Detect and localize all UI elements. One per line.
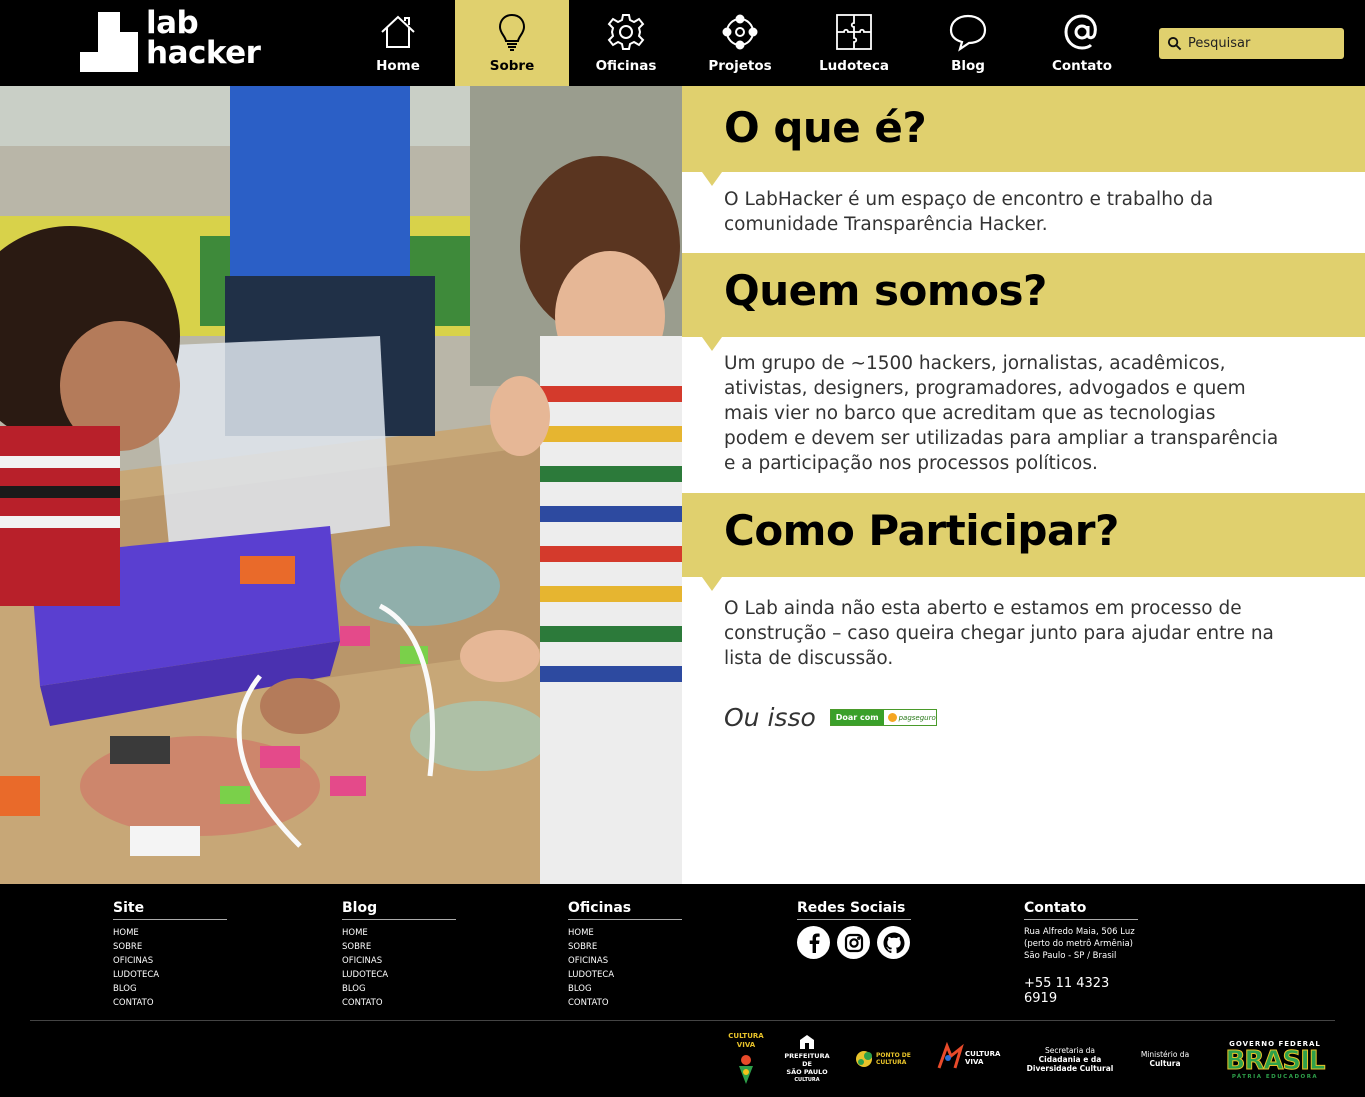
pagseguro-brand: pagseguro	[887, 713, 936, 722]
github-icon[interactable]	[877, 926, 910, 959]
footer-link[interactable]: CONTATO	[342, 996, 456, 1010]
footer-link[interactable]: OFICINAS	[342, 954, 456, 968]
footer-link[interactable]: HOME	[568, 926, 682, 940]
search-input[interactable]	[1188, 36, 1338, 51]
at-sign-icon	[1064, 14, 1097, 50]
site-header: lab hacker Home Sobre Oficinas Projetos …	[0, 0, 1365, 86]
section-header-quem-somos: Quem somos?	[682, 253, 1365, 351]
header-notch	[702, 577, 722, 591]
contact-phone[interactable]: +55 11 4323 6919	[1024, 976, 1138, 1006]
footer-col-title: Redes Sociais	[797, 900, 911, 920]
nav-ludoteca[interactable]: Ludoteca	[797, 0, 911, 86]
donate-button-label: Doar com	[830, 710, 884, 725]
footer-link[interactable]: BLOG	[568, 982, 682, 996]
social-links	[797, 926, 911, 959]
footer-col-contato: Contato Rua Alfredo Maia, 506 Luz (perto…	[1024, 900, 1138, 1006]
ministerio-cultura-logo[interactable]: Ministério da Cultura	[1132, 1050, 1198, 1068]
section-text-o-que-e: O LabHacker é um espaço de encontro e tr…	[724, 189, 1214, 235]
header-notch	[702, 172, 722, 186]
lightbulb-icon	[498, 13, 526, 51]
footer-col-social: Redes Sociais	[797, 900, 911, 959]
section-text-como-participar: O Lab ainda não esta aberto e estamos em…	[724, 598, 1274, 669]
speech-bubble-icon	[949, 14, 987, 52]
prefeitura-sp-logo[interactable]: PREFEITURA DE SÃO PAULO CULTURA	[780, 1034, 834, 1084]
search-icon	[1167, 36, 1182, 51]
footer-col-title: Blog	[342, 900, 456, 920]
nav-sobre[interactable]: Sobre	[455, 0, 569, 86]
footer-col-site: Site HOME SOBRE OFICINAS LUDOTECA BLOG C…	[113, 900, 227, 1010]
network-icon	[722, 14, 758, 50]
partner-logos: CULTURA VIVA PREFEITURA DE SÃO PAULO CUL…	[0, 1032, 1365, 1088]
footer-link[interactable]: LUDOTECA	[568, 968, 682, 982]
footer-col-oficinas: Oficinas HOME SOBRE OFICINAS LUDOTECA BL…	[568, 900, 682, 1010]
contact-address: Rua Alfredo Maia, 506 Luz (perto do metr…	[1024, 927, 1135, 961]
pagseguro-donate-button[interactable]: Doar com pagseguro	[829, 709, 937, 726]
footer-link[interactable]: SOBRE	[568, 940, 682, 954]
donate-lead-text: Ou isso	[724, 703, 816, 732]
footer-link[interactable]: SOBRE	[113, 940, 227, 954]
section-text-quem-somos: Um grupo de ~1500 hackers, jornalistas, …	[724, 353, 1279, 474]
cultura-viva-sp-logo[interactable]: CULTURA VIVA	[722, 1032, 770, 1086]
logo-text: lab hacker	[146, 5, 261, 71]
puzzle-icon	[836, 14, 872, 50]
main-nav: Home Sobre Oficinas Projetos Ludoteca Bl…	[341, 0, 1139, 86]
footer-link[interactable]: HOME	[113, 926, 227, 940]
house-icon	[381, 15, 415, 48]
nav-home[interactable]: Home	[341, 0, 455, 86]
footer-link[interactable]: SOBRE	[342, 940, 456, 954]
nav-contato[interactable]: Contato	[1025, 0, 1139, 86]
footer-col-title: Contato	[1024, 900, 1138, 920]
section-title: O que é?	[724, 103, 927, 152]
section-header-o-que-e: O que é?	[682, 86, 1365, 186]
footer-link[interactable]: BLOG	[342, 982, 456, 996]
ponto-de-cultura-logo[interactable]: PONTO DE CULTURA	[854, 1046, 914, 1076]
footer-link[interactable]: HOME	[342, 926, 456, 940]
donate-row: Ou isso Doar com pagseguro	[724, 703, 937, 732]
governo-federal-logo[interactable]: GOVERNO FEDERAL BRASIL PÁTRIA EDUCADORA	[1212, 1040, 1338, 1080]
footer-link[interactable]: BLOG	[113, 982, 227, 996]
footer-link[interactable]: OFICINAS	[113, 954, 227, 968]
about-content: O que é? O LabHacker é um espaço de enco…	[682, 86, 1365, 884]
search-box[interactable]	[1159, 28, 1344, 59]
section-title: Quem somos?	[724, 266, 1047, 315]
labhacker-logo[interactable]: lab hacker	[80, 8, 270, 74]
hero-photo	[0, 86, 682, 884]
footer-link[interactable]: CONTATO	[113, 996, 227, 1010]
footer-link[interactable]: CONTATO	[568, 996, 682, 1010]
footer-link[interactable]: LUDOTECA	[113, 968, 227, 982]
footer-link[interactable]: OFICINAS	[568, 954, 682, 968]
section-title: Como Participar?	[724, 506, 1119, 555]
footer-col-blog: Blog HOME SOBRE OFICINAS LUDOTECA BLOG C…	[342, 900, 456, 1010]
footer-col-title: Oficinas	[568, 900, 682, 920]
header-notch	[702, 337, 722, 351]
footer-link[interactable]: LUDOTECA	[342, 968, 456, 982]
nav-projetos[interactable]: Projetos	[683, 0, 797, 86]
section-header-como-participar: Como Participar?	[682, 493, 1365, 591]
footer-col-title: Site	[113, 900, 227, 920]
nav-oficinas[interactable]: Oficinas	[569, 0, 683, 86]
logo-mark-icon	[80, 12, 140, 72]
site-footer: Site HOME SOBRE OFICINAS LUDOTECA BLOG C…	[0, 884, 1365, 1097]
footer-divider	[30, 1020, 1335, 1021]
secretaria-cidadania-logo[interactable]: Secretaria da Cidadania e da Diversidade…	[1020, 1046, 1120, 1073]
nav-blog[interactable]: Blog	[911, 0, 1025, 86]
facebook-icon[interactable]	[797, 926, 830, 959]
children-electronics-photo	[0, 86, 682, 884]
instagram-icon[interactable]	[837, 926, 870, 959]
pagseguro-logo-icon	[887, 713, 897, 722]
gear-icon	[607, 14, 645, 50]
